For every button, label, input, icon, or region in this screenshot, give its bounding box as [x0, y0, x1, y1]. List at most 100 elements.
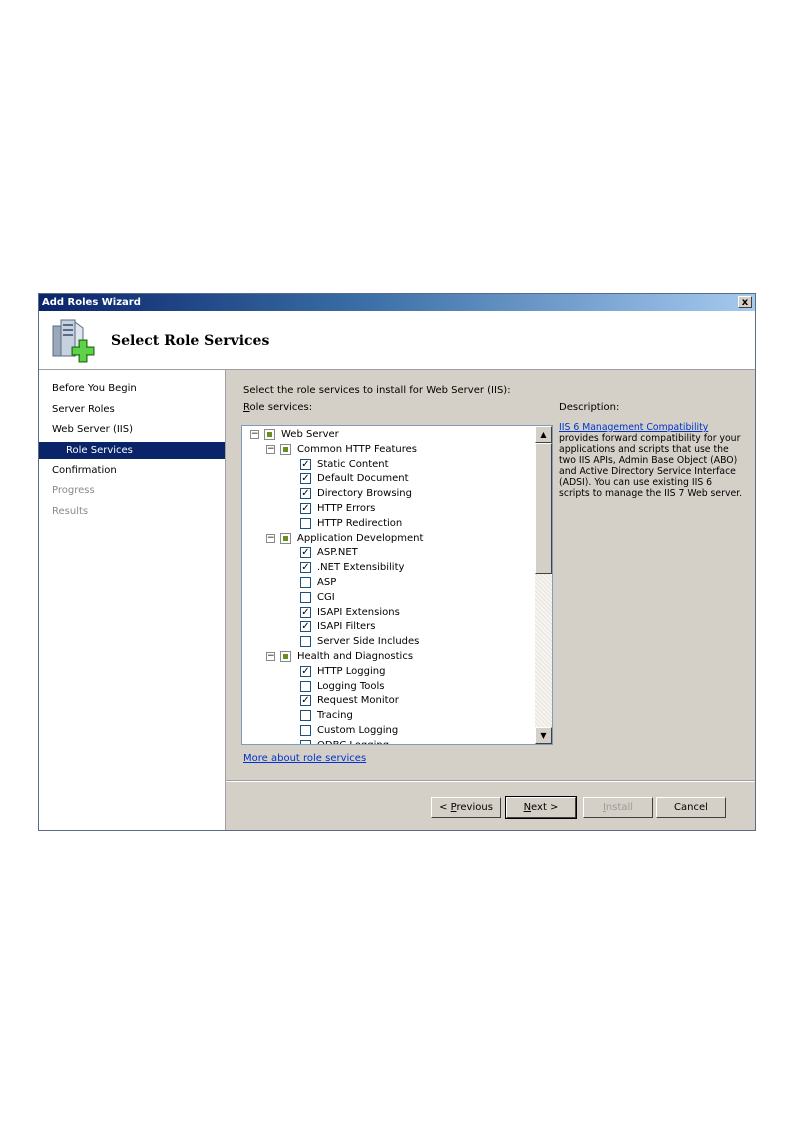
wizard-header: Select Role Services: [39, 311, 755, 370]
tree-item-label: Common HTTP Features: [297, 443, 417, 455]
instruction-text: Select the role services to install for …: [243, 385, 511, 396]
tree-item-row[interactable]: Logging Tools: [242, 679, 532, 694]
tree-group-row[interactable]: − Common HTTP Features: [242, 442, 532, 457]
checkbox[interactable]: [264, 429, 275, 440]
checkbox[interactable]: ✓: [300, 695, 311, 707]
nav-item-label: Before You Begin: [52, 383, 137, 394]
scrollbar-thumb[interactable]: [535, 443, 552, 574]
description-link[interactable]: IIS 6 Management Compatibility: [559, 422, 708, 433]
tree-item-row[interactable]: ✓ Request Monitor: [242, 693, 532, 708]
tree-item-label: ODBC Logging: [317, 738, 389, 744]
scroll-up-arrow-icon[interactable]: ▲: [535, 426, 552, 443]
tree-item-label: HTTP Logging: [317, 665, 386, 677]
tree-item-label: CGI: [317, 591, 335, 603]
checkbox[interactable]: ✓: [300, 606, 311, 618]
nav-item-label: Progress: [52, 485, 95, 496]
checkbox[interactable]: [280, 532, 291, 544]
tree-item-row[interactable]: ✓ Static Content: [242, 457, 532, 472]
checkbox[interactable]: ✓: [300, 458, 311, 470]
cancel-button[interactable]: Cancel: [656, 797, 726, 818]
install-button: Install: [583, 797, 653, 818]
checkbox[interactable]: ✓: [300, 547, 311, 559]
collapse-icon[interactable]: −: [266, 652, 275, 661]
checkbox[interactable]: [300, 680, 311, 692]
vertical-scrollbar[interactable]: ▲ ▼: [535, 426, 552, 744]
tree-item-row[interactable]: Tracing: [242, 708, 532, 723]
nav-item-role-services[interactable]: Role Services: [39, 442, 225, 459]
checkbox[interactable]: [300, 591, 311, 603]
checkbox[interactable]: ✓: [300, 665, 311, 677]
nav-item-before-you-begin[interactable]: Before You Begin: [39, 380, 225, 397]
role-services-tree[interactable]: − Web Server − Common HTTP Features ✓ Static …: [241, 425, 553, 745]
nav-item-web-server-iis[interactable]: Web Server (IIS): [39, 421, 225, 438]
checkbox[interactable]: [300, 577, 311, 588]
tree-item-row[interactable]: ✓ ISAPI Filters: [242, 619, 532, 634]
tree-group-row[interactable]: − Web Server: [242, 427, 532, 442]
nav-item-label: Role Services: [66, 445, 133, 456]
scroll-down-arrow-icon[interactable]: ▼: [535, 727, 552, 744]
tree-item-label: ISAPI Filters: [317, 621, 376, 633]
role-services-label-text: ole services:: [249, 402, 313, 413]
collapse-icon[interactable]: −: [266, 533, 275, 543]
nav-item-server-roles[interactable]: Server Roles: [39, 401, 225, 418]
tree-item-row[interactable]: ✓ Directory Browsing: [242, 486, 532, 501]
close-button[interactable]: x: [738, 296, 752, 308]
tree-item-row[interactable]: ✓ HTTP Logging: [242, 664, 532, 679]
previous-label: revious: [456, 802, 493, 813]
tree-group-row[interactable]: − Application Development: [242, 531, 532, 546]
checkbox[interactable]: [300, 517, 311, 529]
checkbox[interactable]: ✓: [300, 473, 311, 485]
nav-item-confirmation[interactable]: Confirmation: [39, 462, 225, 479]
checkbox[interactable]: [280, 443, 291, 455]
checkbox[interactable]: [300, 739, 311, 744]
server-add-icon: [52, 319, 95, 363]
add-roles-wizard-window: Add Roles Wizard x Select Role Services …: [38, 293, 756, 831]
nav-item-progress: Progress: [39, 482, 225, 499]
previous-button[interactable]: < Previous: [431, 797, 501, 818]
checkbox[interactable]: ✓: [300, 503, 311, 514]
tree-item-label: Web Server: [281, 429, 339, 440]
collapse-icon[interactable]: −: [266, 444, 275, 454]
checkbox[interactable]: ✓: [300, 488, 311, 500]
tree-group-row[interactable]: − Health and Diagnostics: [242, 649, 532, 664]
checkbox[interactable]: ✓: [300, 621, 311, 633]
more-about-role-services-link[interactable]: More about role services: [243, 753, 366, 764]
tree-item-row[interactable]: ✓ .NET Extensibility: [242, 560, 532, 575]
tree-item-row[interactable]: ASP: [242, 575, 532, 590]
tree-item-label: Static Content: [317, 458, 389, 470]
collapse-icon[interactable]: −: [250, 430, 259, 439]
tree-item-label: HTTP Errors: [317, 503, 376, 514]
tree-item-row[interactable]: ✓ HTTP Errors: [242, 501, 532, 516]
tree-item-row[interactable]: ✓ ISAPI Extensions: [242, 605, 532, 620]
wizard-nav: Before You Begin Server Roles Web Server…: [39, 370, 226, 830]
tree-item-label: HTTP Redirection: [317, 517, 403, 529]
tree-view[interactable]: − Web Server − Common HTTP Features ✓ Static …: [242, 426, 535, 744]
nav-item-label: Confirmation: [52, 465, 117, 476]
window-title: Add Roles Wizard: [42, 297, 141, 308]
description-text: provides forward compatibility for your …: [559, 433, 743, 499]
tree-item-label: Server Side Includes: [317, 636, 420, 648]
footer-divider: [226, 780, 755, 782]
tree-item-row[interactable]: Custom Logging: [242, 723, 532, 738]
checkbox[interactable]: [280, 651, 291, 662]
tree-item-label: Directory Browsing: [317, 488, 412, 500]
nav-item-label: Web Server (IIS): [52, 424, 134, 435]
checkbox[interactable]: [300, 710, 311, 722]
tree-item-label: Health and Diagnostics: [297, 651, 414, 662]
checkbox[interactable]: [300, 636, 311, 648]
role-services-label: Role services:: [243, 402, 312, 413]
checkbox[interactable]: [300, 725, 311, 736]
tree-item-label: Application Development: [297, 532, 424, 544]
tree-item-row[interactable]: CGI: [242, 590, 532, 605]
tree-item-row[interactable]: ODBC Logging: [242, 738, 532, 744]
checkbox[interactable]: ✓: [300, 562, 311, 574]
tree-item-label: Default Document: [317, 473, 409, 485]
tree-item-row[interactable]: Server Side Includes: [242, 634, 532, 649]
tree-item-row[interactable]: ✓ Default Document: [242, 471, 532, 486]
next-label: ext >: [531, 802, 559, 813]
title-bar[interactable]: Add Roles Wizard x: [39, 294, 755, 311]
next-button[interactable]: Next >: [505, 796, 577, 819]
nav-item-results: Results: [39, 503, 225, 520]
tree-item-row[interactable]: ✓ ASP.NET: [242, 545, 532, 560]
tree-item-row[interactable]: HTTP Redirection: [242, 516, 532, 531]
